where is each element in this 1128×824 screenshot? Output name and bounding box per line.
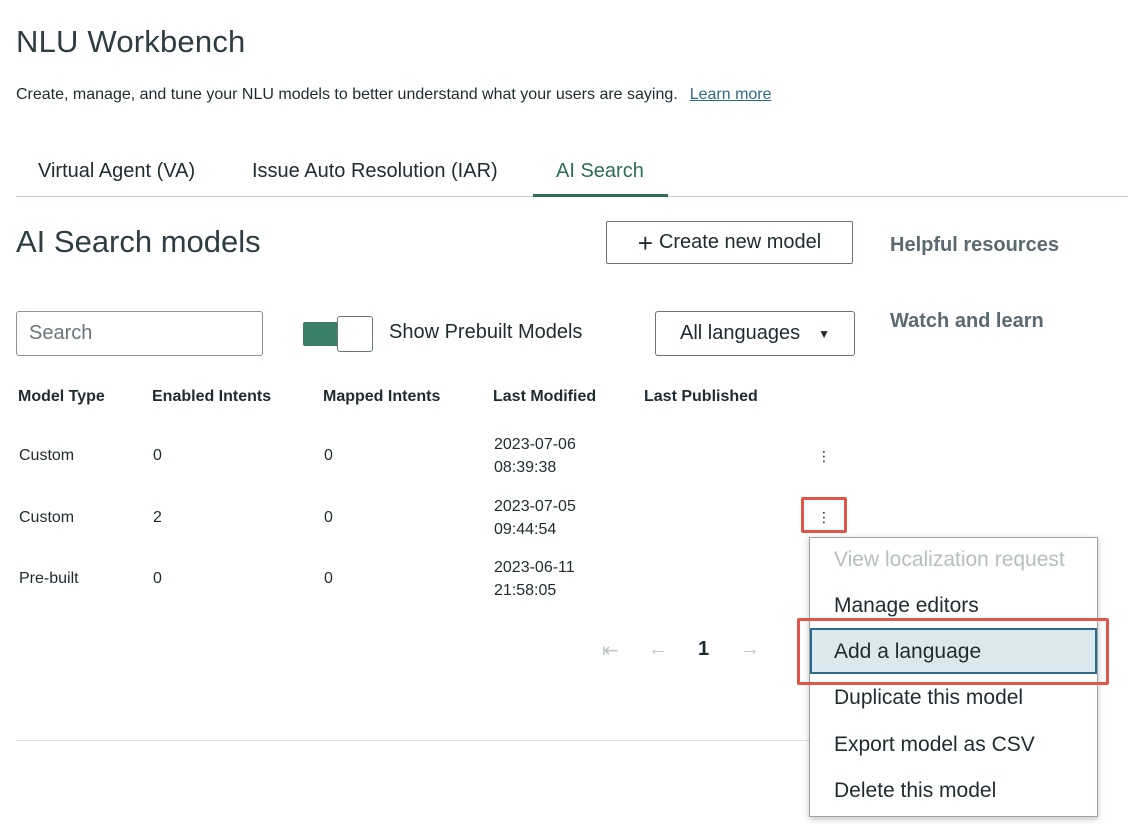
row-3-mapped-intents: 0 — [324, 570, 333, 587]
page-subtitle: Create, manage, and tune your NLU models… — [16, 86, 772, 104]
tab-bar: Virtual Agent (VA) Issue Auto Resolution… — [16, 150, 1128, 197]
page-title: NLU Workbench — [16, 24, 246, 59]
tab-virtual-agent[interactable]: Virtual Agent (VA) — [38, 160, 195, 183]
row-3-model-type: Pre-built — [19, 570, 79, 587]
row-2-mapped-intents: 0 — [324, 509, 333, 526]
column-header-last-published[interactable]: Last Published — [644, 388, 758, 406]
menu-item-manage-editors[interactable]: Manage editors — [834, 594, 979, 618]
plus-icon: + — [637, 227, 653, 258]
row-1-modified-date: 2023-07-06 — [494, 436, 576, 453]
first-page-icon[interactable]: ⇤ — [602, 638, 619, 663]
row-2-modified-time: 09:44:54 — [494, 521, 557, 538]
show-prebuilt-label: Show Prebuilt Models — [389, 321, 583, 343]
row-2-model-type: Custom — [19, 509, 75, 526]
watch-and-learn-link[interactable]: Watch and learn — [890, 310, 1044, 333]
current-page-number[interactable]: 1 — [698, 638, 709, 661]
helpful-resources-link[interactable]: Helpful resources — [890, 234, 1059, 257]
row-3-enabled-intents: 0 — [153, 570, 162, 587]
active-tab-indicator — [533, 194, 668, 197]
section-heading: AI Search models — [16, 224, 261, 259]
menu-item-export-csv[interactable]: Export model as CSV — [834, 733, 1035, 757]
row-1-model-type: Custom — [19, 447, 75, 464]
column-header-mapped-intents[interactable]: Mapped Intents — [323, 388, 440, 406]
column-header-model-type[interactable]: Model Type — [18, 388, 105, 406]
column-header-last-modified[interactable]: Last Modified — [493, 388, 596, 406]
row-3-modified-time: 21:58:05 — [494, 582, 557, 599]
column-header-enabled-intents[interactable]: Enabled Intents — [152, 388, 271, 406]
menu-item-duplicate-model[interactable]: Duplicate this model — [834, 686, 1023, 710]
row-1-overflow-menu-icon[interactable]: ⋮ — [811, 443, 837, 469]
create-new-model-button[interactable]: + Create new model — [606, 221, 853, 264]
row-1-modified-time: 08:39:38 — [494, 459, 557, 476]
row-3-modified-date: 2023-06-11 — [494, 559, 575, 576]
previous-page-icon[interactable]: ← — [648, 638, 668, 661]
language-select-value: All languages — [680, 322, 801, 344]
overflow-menu-annotation-box — [801, 497, 847, 533]
next-page-icon[interactable]: → — [740, 638, 760, 661]
row-3-last-modified: 2023-06-11 21:58:05 — [494, 556, 575, 602]
show-prebuilt-toggle[interactable] — [303, 316, 373, 352]
row-2-last-modified: 2023-07-05 09:44:54 — [494, 495, 576, 541]
learn-more-link[interactable]: Learn more — [690, 86, 772, 103]
create-new-model-label: Create new model — [658, 231, 822, 253]
row-1-last-modified: 2023-07-06 08:39:38 — [494, 433, 576, 479]
add-language-annotation-box — [797, 618, 1109, 685]
row-1-mapped-intents: 0 — [324, 447, 333, 464]
section-divider — [16, 740, 816, 741]
tab-ai-search[interactable]: AI Search — [556, 160, 644, 183]
row-2-enabled-intents: 2 — [153, 509, 162, 526]
menu-item-delete-model[interactable]: Delete this model — [834, 779, 996, 803]
caret-down-icon: ▼ — [818, 326, 830, 341]
language-select[interactable]: All languages ▼ — [655, 311, 855, 356]
subtitle-text: Create, manage, and tune your NLU models… — [16, 86, 678, 103]
row-2-modified-date: 2023-07-05 — [494, 498, 576, 515]
menu-item-view-localization-request[interactable]: View localization request — [834, 548, 1065, 572]
toggle-knob — [337, 316, 373, 352]
tab-issue-auto-resolution[interactable]: Issue Auto Resolution (IAR) — [252, 160, 498, 183]
row-1-enabled-intents: 0 — [153, 447, 162, 464]
search-input[interactable] — [16, 311, 263, 356]
